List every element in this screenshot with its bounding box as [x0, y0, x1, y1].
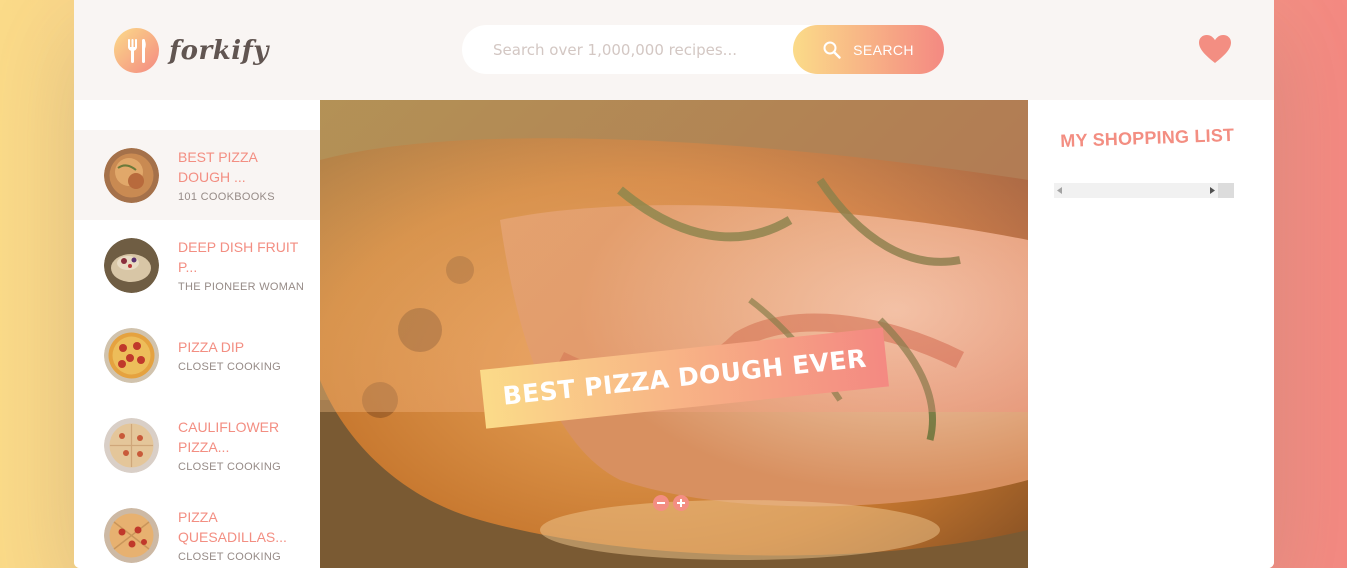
result-item[interactable]: DEEP DISH FRUIT P... THE PIONEER WOMAN: [74, 220, 320, 310]
result-text: DEEP DISH FRUIT P... THE PIONEER WOMAN: [178, 237, 308, 293]
logo-text: forkify: [169, 35, 269, 66]
scroll-right-icon[interactable]: [1209, 187, 1215, 194]
shopping-list-heading: MY SHOPPING LIST: [1060, 124, 1235, 151]
result-publisher: CLOSET COOKING: [178, 361, 282, 373]
horizontal-scrollbar[interactable]: [1054, 183, 1234, 198]
result-item[interactable]: PIZZA DIP CLOSET COOKING: [74, 310, 320, 400]
result-publisher: CLOSET COOKING: [178, 551, 282, 563]
scroll-left-icon[interactable]: [1057, 187, 1063, 194]
fork-knife-icon: [114, 28, 159, 73]
search-results: BEST PIZZA DOUGH ... 101 COOKBOOKS DEEP …: [74, 100, 320, 568]
result-title: CAULIFLOWER PIZZA...: [178, 419, 280, 455]
logo[interactable]: forkify: [114, 28, 269, 73]
result-publisher: 101 COOKBOOKS: [178, 191, 275, 203]
search-button-label: SEARCH: [853, 41, 914, 58]
search-input[interactable]: [493, 40, 793, 59]
decrease-servings-button[interactable]: [653, 495, 669, 511]
result-thumbnail: [104, 417, 159, 473]
result-item[interactable]: BEST PIZZA DOUGH ... 101 COOKBOOKS: [74, 130, 320, 220]
result-title: PIZZA DIP: [178, 339, 245, 355]
search-icon: [823, 41, 841, 59]
minus-circle-icon: [657, 502, 665, 504]
search-form: SEARCH: [462, 25, 944, 74]
plus-circle-icon: [677, 499, 685, 507]
heart-icon: [1199, 35, 1231, 63]
result-thumbnail: [104, 327, 159, 383]
result-text: BEST PIZZA DOUGH ... 101 COOKBOOKS: [178, 147, 308, 203]
likes-button[interactable]: [1198, 34, 1232, 68]
search-button[interactable]: SEARCH: [793, 25, 944, 74]
result-text: PIZZA DIP CLOSET COOKING: [178, 337, 308, 373]
scrollbar-corner: [1218, 183, 1234, 198]
result-item[interactable]: CAULIFLOWER PIZZA... CLOSET COOKING: [74, 400, 320, 490]
recipe-view: BEST PIZZA DOUGH EVER: [320, 100, 1028, 568]
result-thumbnail: [104, 147, 159, 203]
shopping-list: MY SHOPPING LIST: [1028, 100, 1274, 568]
result-thumbnail: [104, 237, 159, 293]
result-publisher: CLOSET COOKING: [178, 461, 282, 473]
result-title: DEEP DISH FRUIT P...: [178, 239, 299, 275]
servings-controls: [653, 495, 689, 511]
result-item[interactable]: PIZZA QUESADILLAS... CLOSET COOKING: [74, 490, 320, 568]
result-title: PIZZA QUESADILLAS...: [178, 509, 287, 545]
result-thumbnail: [104, 507, 159, 563]
result-publisher: THE PIONEER WOMAN: [178, 281, 305, 293]
result-title: BEST PIZZA DOUGH ...: [178, 149, 258, 185]
increase-servings-button[interactable]: [673, 495, 689, 511]
result-text: PIZZA QUESADILLAS... CLOSET COOKING: [178, 507, 308, 563]
scrollbar-thumb[interactable]: [1054, 183, 1218, 198]
header: forkify SEARCH: [74, 0, 1274, 100]
app-container: forkify SEARCH: [74, 0, 1274, 568]
result-text: CAULIFLOWER PIZZA... CLOSET COOKING: [178, 417, 308, 473]
